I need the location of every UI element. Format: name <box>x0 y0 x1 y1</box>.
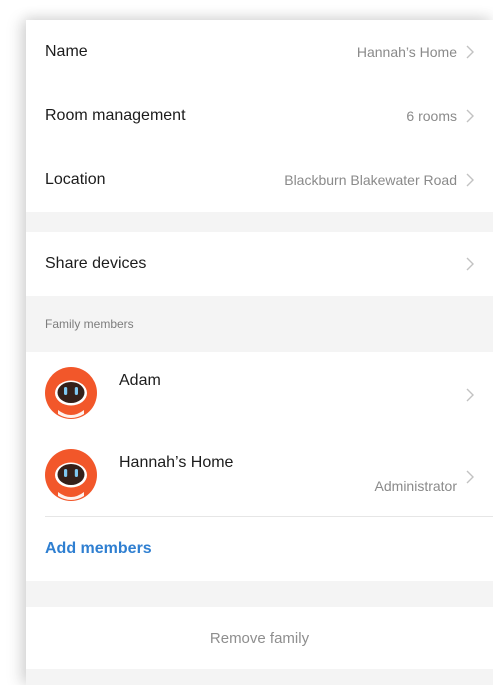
member-role: Administrator <box>374 478 457 494</box>
location-value: Blackburn Blakewater Road <box>284 172 457 188</box>
room-count-value: 6 rooms <box>406 108 457 124</box>
share-group: Share devices <box>26 232 493 296</box>
robot-avatar-icon <box>45 367 97 419</box>
member-row[interactable]: Hannah’s Home Administrator <box>26 434 493 516</box>
family-members-group: Adam Hannah’s Home Administrator Add mem… <box>26 352 493 581</box>
remove-family-button[interactable]: Remove family <box>26 607 493 669</box>
family-settings-panel: Name Hannah’s Home Room management 6 roo… <box>26 20 493 685</box>
member-name: Adam <box>119 372 161 389</box>
chevron-right-icon <box>465 45 475 59</box>
chevron-right-icon <box>465 388 475 402</box>
danger-group: Remove family <box>26 607 493 669</box>
chevron-right-icon <box>465 257 475 271</box>
room-management-label: Room management <box>45 107 186 124</box>
room-management-row[interactable]: Room management 6 rooms <box>26 84 493 148</box>
share-devices-row[interactable]: Share devices <box>26 232 493 296</box>
add-members-button[interactable]: Add members <box>26 517 493 581</box>
chevron-right-icon <box>465 173 475 187</box>
chevron-right-icon <box>465 470 475 484</box>
location-label: Location <box>45 171 106 188</box>
chevron-right-icon <box>465 109 475 123</box>
screen: Name Hannah’s Home Room management 6 roo… <box>0 0 493 685</box>
name-row[interactable]: Name Hannah’s Home <box>26 20 493 84</box>
name-label: Name <box>45 43 88 60</box>
share-devices-label: Share devices <box>45 255 147 272</box>
location-row[interactable]: Location Blackburn Blakewater Road <box>26 148 493 212</box>
home-info-group: Name Hannah’s Home Room management 6 roo… <box>26 20 493 212</box>
family-members-header: Family members <box>45 317 134 331</box>
name-value: Hannah’s Home <box>356 44 457 60</box>
robot-avatar-icon <box>45 449 97 501</box>
member-name: Hannah’s Home <box>119 454 234 471</box>
member-row[interactable]: Adam <box>26 352 493 434</box>
